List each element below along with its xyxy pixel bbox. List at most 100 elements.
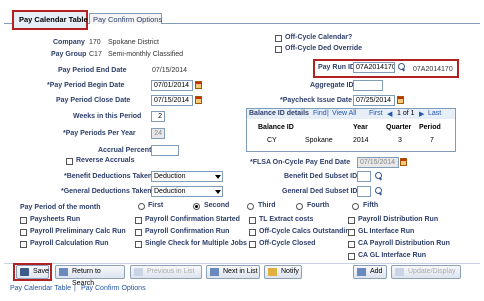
confirm-started-checkbox[interactable]: [135, 217, 142, 224]
flsa-input: 07/15/2014: [357, 157, 399, 168]
next-button[interactable]: Next in List: [206, 265, 260, 279]
last-arrow-icon[interactable]: ▶: [419, 110, 424, 118]
general-subset-input[interactable]: [357, 186, 371, 197]
offcycle-ded-label: Off-Cycle Ded Override: [285, 45, 363, 52]
offcycle-closed-checkbox[interactable]: [249, 241, 256, 248]
reverse-accruals-checkbox[interactable]: [66, 158, 73, 165]
accrual-label: Accrual Percent: [98, 147, 152, 154]
dist-run-checkbox[interactable]: [348, 217, 355, 224]
radio-third-label: Third: [258, 202, 276, 209]
ca-gl-checkbox[interactable]: [348, 253, 355, 260]
benefit-ded-value: Deduction: [154, 173, 186, 180]
single-check-checkbox[interactable]: [135, 241, 142, 248]
confirm-started-label: Payroll Confirmation Started: [145, 216, 240, 223]
benefit-subset-input[interactable]: [357, 171, 371, 182]
weeks-label: Weeks in this Period: [73, 113, 142, 120]
prelim-calc-checkbox[interactable]: [20, 229, 27, 236]
balance-viewall-link[interactable]: View All: [332, 110, 356, 117]
notify-label: Notify: [281, 268, 299, 275]
notify-icon: [268, 268, 277, 276]
balance-first-link[interactable]: First: [369, 110, 383, 117]
prev-button[interactable]: Previous in List: [130, 265, 202, 279]
cell-year: 2014: [353, 137, 369, 144]
save-label: Save: [33, 268, 49, 275]
balance-last-link[interactable]: Last: [428, 110, 441, 117]
aggregate-input[interactable]: [353, 80, 383, 91]
close-date-label: Pay Period Close Date: [56, 97, 131, 104]
radio-fourth-label: Fourth: [307, 202, 330, 209]
col-period: Period: [419, 124, 441, 131]
offcycle-calcs-checkbox[interactable]: [249, 229, 256, 236]
add-label: Add: [370, 268, 383, 275]
general-ded-label: *General Deductions Taken: [61, 188, 152, 195]
benefit-ded-label: *Benefit Deductions Taken: [64, 173, 153, 180]
footer-link-confirm[interactable]: Pay Confirm Options: [81, 285, 146, 292]
flsa-label: *FLSA On-Cycle Pay End Date: [250, 159, 351, 166]
tl-extract-checkbox[interactable]: [249, 217, 256, 224]
next-label: Next in List: [223, 268, 258, 275]
company-code: 170: [89, 39, 101, 46]
general-subset-label: General Ded Subset ID: [282, 188, 358, 195]
notify-button[interactable]: Notify: [264, 265, 302, 279]
previous-icon: [134, 268, 143, 276]
cell-quarter: 3: [398, 137, 402, 144]
update-label: Update/Display: [408, 268, 456, 275]
accrual-input[interactable]: [151, 145, 179, 156]
company-name: Spokane District: [108, 39, 159, 46]
periods-label: *Pay Periods Per Year: [63, 130, 136, 137]
gl-interface-label: GL Interface Run: [358, 228, 415, 235]
close-date-input[interactable]: 07/15/2014: [151, 95, 193, 106]
balance-find-link[interactable]: Find: [313, 110, 327, 117]
return-button[interactable]: Return to Search: [55, 265, 125, 287]
general-ded-value: Deduction: [154, 188, 186, 195]
tab-pay-confirm-label: Pay Confirm Options: [93, 15, 163, 24]
payrun-label: Pay Run ID: [318, 64, 355, 71]
lookup-icon[interactable]: [398, 63, 406, 71]
paysheets-checkbox[interactable]: [20, 217, 27, 224]
radio-fourth[interactable]: [296, 203, 303, 210]
offcycle-calendar-checkbox[interactable]: [275, 35, 282, 42]
radio-second[interactable]: [193, 203, 200, 210]
lookup-icon[interactable]: [375, 172, 383, 180]
cell-balance-name: Spokane: [305, 137, 333, 144]
calendar-icon[interactable]: [195, 81, 202, 89]
weeks-input[interactable]: 2: [151, 111, 165, 122]
chevron-down-icon: [215, 190, 221, 194]
calendar-icon: [400, 158, 407, 166]
benefit-subset-label: Benefit Ded Subset ID: [284, 173, 358, 180]
begin-date-input[interactable]: 07/01/2014: [151, 80, 193, 91]
confirm-run-checkbox[interactable]: [135, 229, 142, 236]
calc-run-checkbox[interactable]: [20, 241, 27, 248]
save-icon: [20, 268, 29, 276]
first-arrow-icon[interactable]: ◀: [387, 110, 392, 118]
calendar-icon[interactable]: [195, 96, 202, 104]
tl-extract-label: TL Extract costs: [259, 216, 314, 223]
footer-link-calendar[interactable]: Pay Calendar Table: [10, 285, 71, 292]
ca-gl-label: CA GL Interface Run: [358, 252, 427, 259]
offcycle-calcs-label: Off-Cycle Calcs Outstanding: [259, 228, 354, 235]
footer-separator: |: [74, 285, 76, 292]
radio-first-label: First: [148, 202, 164, 209]
next-icon: [210, 268, 219, 276]
prelim-calc-label: Payroll Preliminary Calc Run: [30, 228, 126, 235]
radio-third[interactable]: [247, 203, 254, 210]
lookup-icon[interactable]: [375, 187, 383, 195]
gl-interface-checkbox[interactable]: [348, 229, 355, 236]
balance-sep: |: [327, 110, 329, 117]
payrun-input[interactable]: 07A2014170: [353, 62, 395, 73]
general-ded-select[interactable]: Deduction: [151, 186, 223, 197]
radio-fifth[interactable]: [352, 203, 359, 210]
radio-first[interactable]: [138, 203, 145, 210]
update-icon: [395, 268, 404, 276]
benefit-ded-select[interactable]: Deduction: [151, 171, 223, 182]
paygroup-label: Pay Group: [51, 51, 87, 58]
ca-dist-label: CA Payroll Distribution Run: [358, 240, 450, 247]
paycheck-input[interactable]: 07/25/2014: [353, 95, 395, 106]
tab-pay-calendar-label: Pay Calendar Table: [19, 15, 88, 24]
offcycle-ded-checkbox[interactable]: [275, 46, 282, 53]
calendar-icon[interactable]: [397, 96, 404, 104]
add-button[interactable]: Add: [353, 265, 387, 279]
ca-dist-checkbox[interactable]: [348, 241, 355, 248]
save-button[interactable]: Save: [16, 265, 49, 279]
update-button[interactable]: Update/Display: [391, 265, 461, 279]
